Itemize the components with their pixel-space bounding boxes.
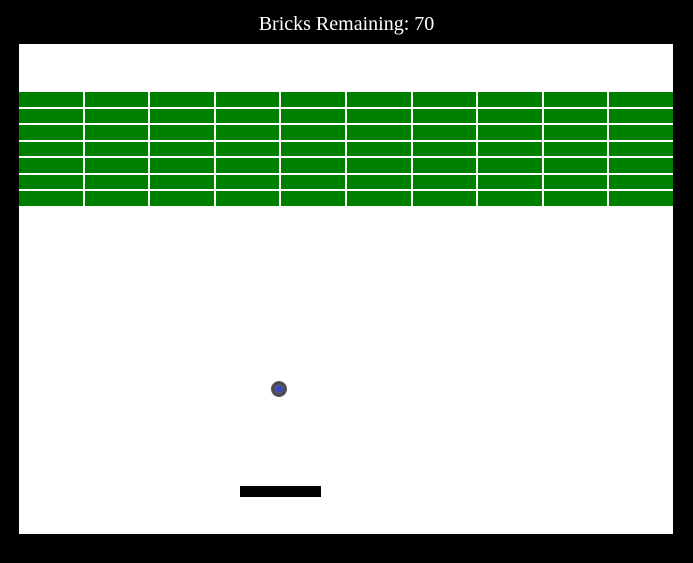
brick	[609, 92, 673, 107]
brick	[19, 174, 83, 190]
brick	[84, 141, 149, 157]
brick	[281, 191, 345, 206]
brick	[84, 191, 149, 206]
paddle[interactable]	[240, 486, 321, 497]
brick	[215, 125, 280, 140]
brick	[215, 92, 280, 107]
brick	[281, 158, 345, 173]
brick	[215, 108, 280, 124]
brick	[412, 92, 477, 107]
brick	[215, 191, 280, 206]
brick	[150, 174, 214, 190]
game-window: Bricks Remaining: 70	[0, 0, 693, 563]
brick	[412, 158, 477, 173]
brick	[412, 108, 477, 124]
brick	[543, 125, 608, 140]
brick	[347, 92, 411, 107]
brick	[19, 191, 83, 206]
playfield[interactable]	[19, 44, 673, 534]
brick	[609, 191, 673, 206]
brick	[281, 108, 345, 124]
brick	[478, 158, 542, 173]
brick	[543, 174, 608, 190]
brick	[281, 174, 345, 190]
brick	[84, 92, 149, 107]
brick	[150, 158, 214, 173]
brick	[215, 141, 280, 157]
brick	[478, 92, 542, 107]
ball	[272, 382, 286, 396]
brick	[609, 108, 673, 124]
brick	[84, 158, 149, 173]
brick	[543, 191, 608, 206]
brick-wall	[19, 92, 673, 206]
brick	[609, 141, 673, 157]
brick	[150, 108, 214, 124]
brick	[478, 125, 542, 140]
brick	[543, 158, 608, 173]
brick	[84, 174, 149, 190]
brick	[478, 191, 542, 206]
brick	[478, 141, 542, 157]
brick	[412, 174, 477, 190]
brick	[543, 92, 608, 107]
brick	[19, 92, 83, 107]
brick	[609, 125, 673, 140]
brick	[19, 125, 83, 140]
brick	[347, 174, 411, 190]
brick	[347, 158, 411, 173]
brick	[281, 92, 345, 107]
brick	[412, 125, 477, 140]
brick	[347, 125, 411, 140]
brick	[19, 141, 83, 157]
brick	[215, 174, 280, 190]
brick	[609, 158, 673, 173]
brick	[347, 108, 411, 124]
brick	[150, 191, 214, 206]
brick	[347, 191, 411, 206]
brick	[478, 174, 542, 190]
brick	[150, 92, 214, 107]
brick	[19, 158, 83, 173]
brick	[150, 141, 214, 157]
brick	[478, 108, 542, 124]
brick	[412, 191, 477, 206]
brick	[281, 125, 345, 140]
brick	[84, 125, 149, 140]
bricks-remaining-counter: Bricks Remaining: 70	[258, 13, 435, 35]
brick	[281, 141, 345, 157]
brick	[543, 141, 608, 157]
brick	[412, 141, 477, 157]
brick	[150, 125, 214, 140]
brick	[609, 174, 673, 190]
brick	[347, 141, 411, 157]
brick	[543, 108, 608, 124]
brick	[215, 158, 280, 173]
brick	[84, 108, 149, 124]
brick	[19, 108, 83, 124]
